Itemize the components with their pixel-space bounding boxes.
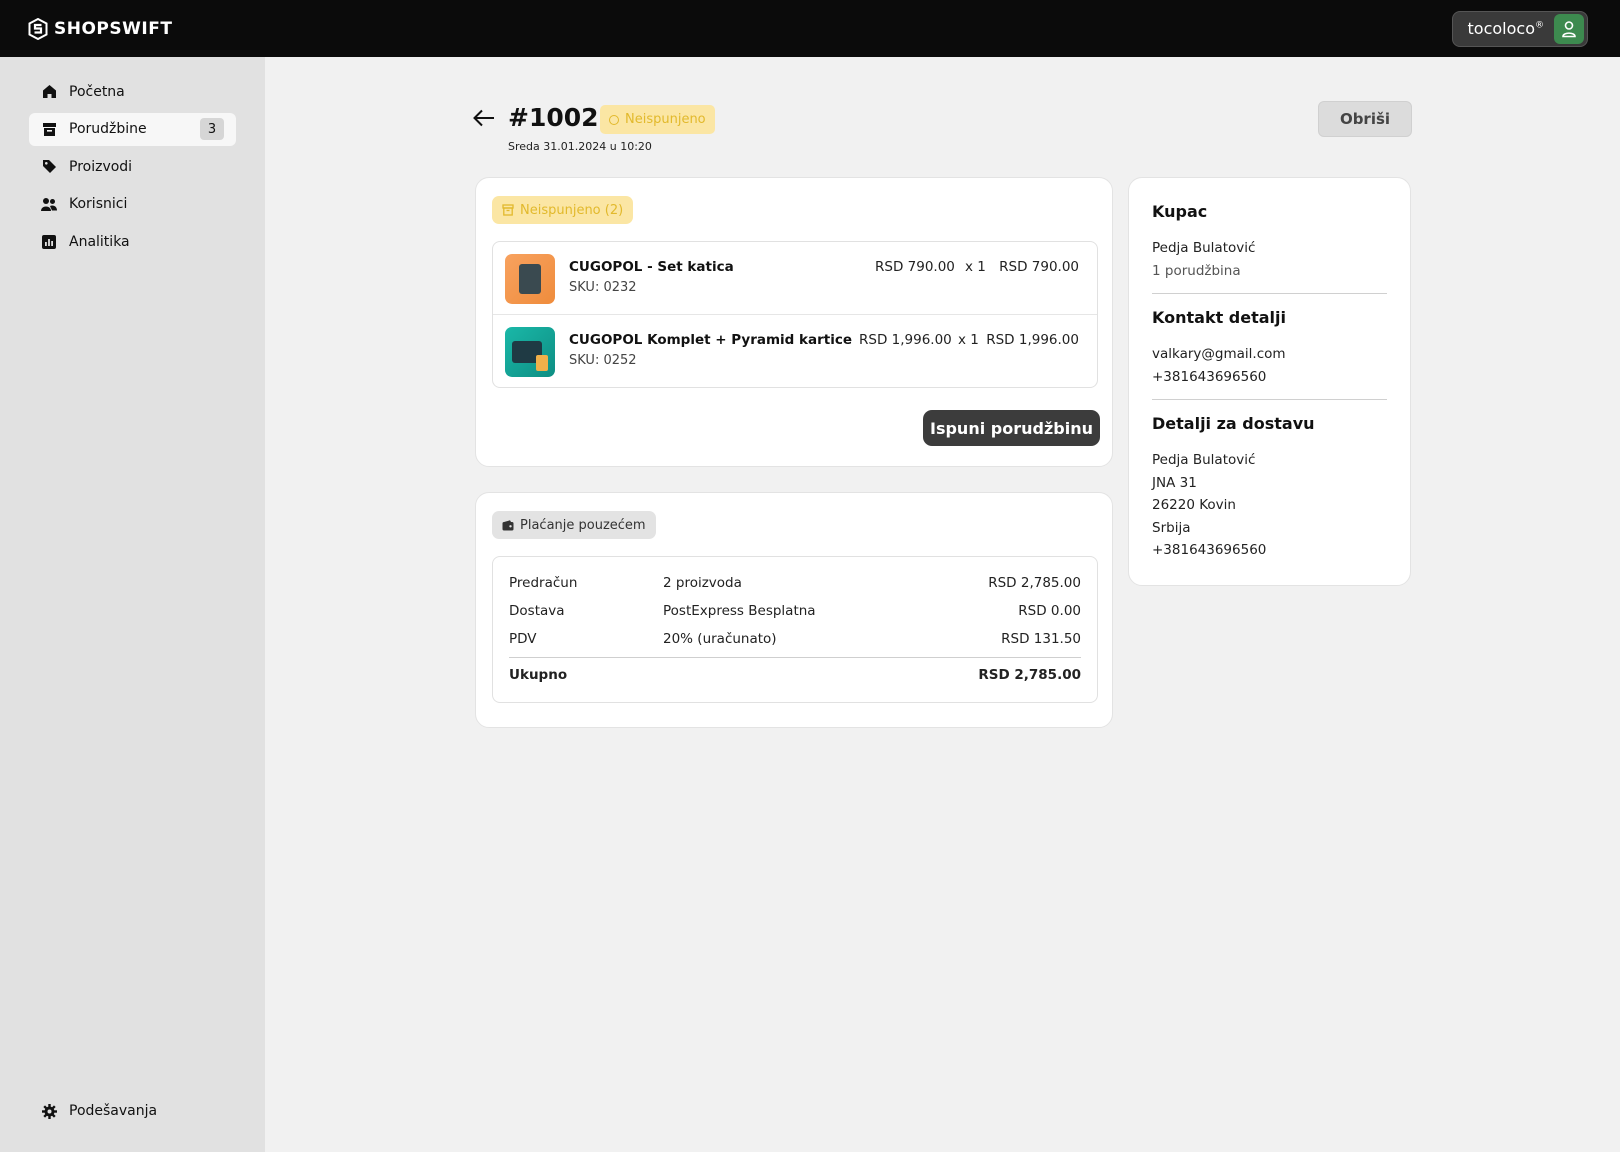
shipping-phone: +381643696560	[1152, 542, 1267, 558]
customer-card: Kupac Pedja Bulatović 1 porudžbina Konta…	[1128, 177, 1411, 586]
status-label: Neispunjeno	[625, 112, 706, 127]
customer-name[interactable]: Pedja Bulatović	[1152, 237, 1387, 260]
order-number: #1002	[508, 103, 599, 132]
archive-icon	[41, 121, 57, 137]
unfulfilled-label: Neispunjeno (2)	[520, 202, 624, 218]
summary-label: Predračun	[509, 575, 578, 591]
sidebar-item-proizvodi[interactable]: Proizvodi	[29, 150, 236, 183]
fulfill-order-button[interactable]: Ispuni porudžbinu	[923, 410, 1100, 446]
customer-orders-count: 1 porudžbina	[1152, 262, 1241, 279]
user-menu-button[interactable]: tocoloco®	[1451, 10, 1588, 47]
item-unit-price: RSD 790.00	[875, 259, 955, 275]
item-name: CUGOPOL Komplet + Pyramid kartice	[569, 332, 853, 348]
summary-detail: 20% (uračunato)	[663, 631, 777, 647]
sidebar-item-porudzbine[interactable]: Porudžbine 3	[29, 112, 236, 146]
list-item[interactable]: CUGOPOL - Set katica SKU: 0232 RSD 790.0…	[493, 242, 1097, 315]
divider	[1152, 399, 1387, 400]
list-item[interactable]: CUGOPOL Komplet + Pyramid kartice SKU: 0…	[493, 315, 1097, 388]
users-icon	[41, 196, 57, 212]
product-thumbnail	[505, 254, 555, 304]
brand-name: SHOPSWIFT	[54, 18, 173, 39]
divider	[1152, 293, 1387, 294]
total-label: Ukupno	[509, 667, 568, 683]
summary-row-vat: PDV 20% (uračunato) RSD 131.50	[509, 631, 1081, 651]
item-unit-price: RSD 1,996.00	[859, 332, 952, 348]
payment-card: Plaćanje pouzećem Predračun 2 proizvoda …	[475, 492, 1113, 728]
item-name: CUGOPOL - Set katica	[569, 259, 734, 275]
sidebar-item-label: Porudžbine	[69, 121, 147, 137]
summary-label: Dostava	[509, 603, 565, 619]
wallet-icon	[502, 519, 514, 530]
sidebar-item-pocetna[interactable]: Početna	[29, 75, 236, 108]
item-sku: SKU: 0252	[569, 353, 637, 368]
status-circle-icon	[609, 114, 619, 125]
gear-icon	[41, 1103, 57, 1119]
shipping-country: Srbija	[1152, 519, 1191, 536]
item-total: RSD 790.00	[999, 259, 1079, 275]
summary-label: PDV	[509, 631, 537, 647]
back-button[interactable]	[472, 108, 498, 130]
summary-detail: 2 proizvoda	[663, 575, 742, 591]
sidebar-item-analitika[interactable]: Analitika	[29, 225, 236, 258]
sidebar-item-label: Korisnici	[69, 196, 128, 212]
item-total: RSD 1,996.00	[986, 332, 1079, 348]
total-amount: RSD 2,785.00	[978, 667, 1081, 683]
sidebar-item-label: Podešavanja	[69, 1103, 158, 1119]
arrow-left-icon	[473, 109, 494, 127]
payment-method-label: Plaćanje pouzećem	[520, 517, 646, 533]
sidebar: Početna Porudžbine 3 Proizvodi Korisnici…	[0, 57, 265, 1152]
status-badge: Neispunjeno	[600, 105, 715, 134]
summary-row-total: Ukupno RSD 2,785.00	[509, 667, 1081, 687]
sidebar-item-label: Proizvodi	[69, 158, 133, 175]
order-date: Sreda 31.01.2024 u 10:20	[508, 140, 652, 153]
tag-icon	[41, 159, 57, 175]
sidebar-item-korisnici[interactable]: Korisnici	[29, 188, 236, 221]
orders-count-badge: 3	[200, 118, 224, 140]
product-thumbnail	[505, 327, 555, 377]
user-avatar-icon	[1554, 13, 1584, 44]
item-quantity: x 1	[965, 259, 986, 275]
top-bar: SHOPSWIFT tocoloco®	[0, 0, 1620, 57]
chart-icon	[41, 234, 57, 250]
summary-amount: RSD 2,785.00	[988, 575, 1081, 591]
summary-row-shipping: Dostava PostExpress Besplatna RSD 0.00	[509, 603, 1081, 623]
payment-summary: Predračun 2 proizvoda RSD 2,785.00 Dosta…	[492, 556, 1098, 703]
customer-title: Kupac	[1152, 202, 1208, 221]
shopswift-logo-icon	[28, 17, 48, 40]
summary-detail: PostExpress Besplatna	[663, 603, 816, 619]
brand-logo[interactable]: SHOPSWIFT	[28, 17, 173, 40]
shipping-street: JNA 31	[1152, 474, 1197, 491]
summary-row-subtotal: Predračun 2 proizvoda RSD 2,785.00	[509, 575, 1081, 595]
summary-amount: RSD 0.00	[1018, 603, 1081, 619]
sidebar-item-label: Početna	[69, 83, 125, 100]
shipping-city: 26220 Kovin	[1152, 497, 1236, 513]
user-name: tocoloco®	[1467, 19, 1544, 38]
sidebar-item-podesavanja[interactable]: Podešavanja	[29, 1095, 236, 1128]
box-icon	[502, 204, 514, 216]
order-header: #1002 Neispunjeno Sreda 31.01.2024 u 10:…	[472, 100, 1412, 160]
order-items-card: Neispunjeno (2) CUGOPOL - Set katica SKU…	[475, 177, 1113, 467]
summary-amount: RSD 131.50	[1001, 631, 1081, 647]
delete-button[interactable]: Obriši	[1318, 101, 1412, 137]
customer-email[interactable]: valkary@gmail.com	[1152, 343, 1387, 366]
summary-divider	[509, 657, 1081, 658]
home-icon	[41, 84, 57, 100]
shipping-name: Pedja Bulatović	[1152, 452, 1256, 468]
unfulfilled-pill: Neispunjeno (2)	[492, 196, 634, 224]
item-sku: SKU: 0232	[569, 280, 637, 295]
items-list: CUGOPOL - Set katica SKU: 0232 RSD 790.0…	[492, 241, 1098, 388]
shipping-title: Detalji za dostavu	[1152, 414, 1315, 433]
sidebar-item-label: Analitika	[69, 233, 130, 250]
customer-phone[interactable]: +381643696560	[1152, 366, 1387, 389]
item-quantity: x 1	[958, 332, 979, 348]
contact-title: Kontakt detalji	[1152, 308, 1287, 327]
payment-method-pill: Plaćanje pouzećem	[492, 511, 656, 539]
